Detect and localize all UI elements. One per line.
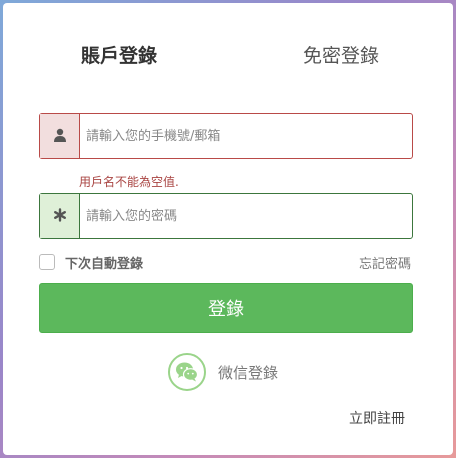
auto-login-option[interactable]: 下次自動登錄 xyxy=(39,253,144,272)
register-link[interactable]: 立即註冊 xyxy=(349,408,405,428)
username-field xyxy=(39,113,413,159)
wechat-login[interactable]: 微信登錄 xyxy=(168,351,278,393)
password-addon xyxy=(40,194,80,238)
login-button[interactable]: 登錄 xyxy=(39,283,413,333)
user-icon xyxy=(53,127,67,146)
username-input[interactable] xyxy=(86,114,396,158)
username-error-message: 用戶名不能為空值. xyxy=(79,175,179,189)
login-card: 賬戶登錄 免密登錄 用戶名不能為空值. xyxy=(3,3,453,455)
password-field xyxy=(39,193,413,239)
wechat-icon[interactable] xyxy=(168,353,206,391)
forgot-password-link[interactable]: 忘記密碼 xyxy=(359,253,411,272)
asterisk-icon xyxy=(53,207,67,226)
username-addon xyxy=(40,114,80,158)
wechat-login-label: 微信登錄 xyxy=(218,363,279,382)
password-input[interactable] xyxy=(86,194,396,238)
auto-login-label: 下次自動登錄 xyxy=(65,256,144,272)
login-tabs: 賬戶登錄 免密登錄 xyxy=(3,43,453,73)
tab-passwordless-login[interactable]: 免密登錄 xyxy=(303,43,379,69)
auto-login-checkbox[interactable] xyxy=(39,254,55,270)
tab-account-login[interactable]: 賬戶登錄 xyxy=(81,43,157,69)
